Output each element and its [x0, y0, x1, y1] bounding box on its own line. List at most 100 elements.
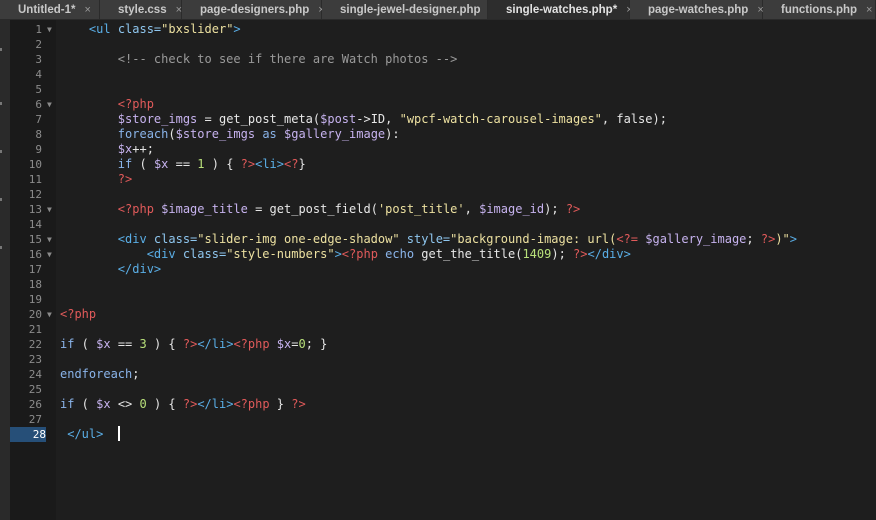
code-token: >: [233, 22, 241, 36]
code-token: $x: [153, 157, 169, 171]
code-line[interactable]: 10 if ( $x == 1 ) { ?><li><?}: [10, 157, 876, 172]
code-line[interactable]: 23: [10, 352, 876, 367]
code-token: $gallery_image: [645, 232, 747, 246]
code-line[interactable]: 18: [10, 277, 876, 292]
code-token: $x: [96, 337, 111, 351]
line-number: 5: [35, 83, 42, 96]
code-line[interactable]: 19: [10, 292, 876, 307]
code-line[interactable]: 1 ▼ <ul class="bxslider">: [10, 22, 876, 37]
code-token: <!-- check to see if there are Watch pho…: [117, 52, 458, 66]
code-line[interactable]: 8 foreach($store_imgs as $gallery_image)…: [10, 127, 876, 142]
tab-untitled-1[interactable]: Untitled-1* ×: [0, 0, 100, 19]
code-token: if: [60, 397, 75, 411]
code-text: if ( $x == 3 ) { ?></li><?php $x=0; }: [60, 337, 327, 352]
code-token: $x: [276, 337, 292, 351]
line-number: 7: [35, 113, 42, 126]
fold-arrow-icon[interactable]: ▼: [47, 247, 52, 262]
code-line[interactable]: 14: [10, 217, 876, 232]
line-number: 4: [35, 68, 42, 81]
line-number: 21: [28, 323, 42, 336]
left-panel-edge: [0, 20, 10, 520]
line-number: 28: [10, 427, 46, 442]
close-tab-icon[interactable]: ×: [85, 4, 91, 16]
code-token: endforeach: [60, 367, 133, 381]
code-token: 'post_title': [377, 202, 465, 216]
close-tab-icon[interactable]: ×: [866, 4, 872, 16]
code-token: foreach: [117, 127, 169, 141]
line-number: 8: [35, 128, 42, 141]
code-token: }: [298, 157, 306, 171]
line-number: 12: [28, 188, 42, 201]
code-token: )": [775, 232, 790, 246]
fold-arrow-icon[interactable]: ▼: [47, 202, 52, 217]
code-line[interactable]: 5: [10, 82, 876, 97]
code-line[interactable]: 21: [10, 322, 876, 337]
code-line[interactable]: 24 endforeach;: [10, 367, 876, 382]
tab-single-jewel-designer-php[interactable]: single-jewel-designer.php×: [322, 0, 496, 19]
code-line[interactable]: 25: [10, 382, 876, 397]
line-number: 27: [28, 413, 42, 426]
fold-arrow-icon[interactable]: ▼: [47, 232, 52, 247]
code-line[interactable]: 26 if ( $x <> 0 ) { ?></li><?php } ?>: [10, 397, 876, 412]
code-text: </div>: [60, 262, 161, 277]
code-line[interactable]: 16 ▼ <div class="style-numbers"><?php ech…: [10, 247, 876, 262]
code-line[interactable]: 13 ▼ <?php $image_title = get_post_field(…: [10, 202, 876, 217]
code-text: <!-- check to see if there are Watch pho…: [60, 52, 458, 67]
line-number: 16: [28, 248, 42, 261]
code-line[interactable]: 12: [10, 187, 876, 202]
code-token: $gallery_image: [284, 127, 386, 141]
fold-arrow-icon[interactable]: ▼: [47, 22, 52, 37]
tab-page-watches-php[interactable]: page-watches.php ×: [630, 0, 764, 19]
code-line[interactable]: 17 </div>: [10, 262, 876, 277]
tab-label: page-designers.php: [200, 3, 310, 16]
code-token: );: [544, 202, 566, 216]
code-token: as: [262, 127, 277, 141]
code-token: <?: [284, 157, 299, 171]
line-number: 11: [28, 173, 42, 186]
code-line[interactable]: 6 ▼ <?php: [10, 97, 876, 112]
code-line[interactable]: 20 ▼ <?php: [10, 307, 876, 322]
code-line[interactable]: 11 ?>: [10, 172, 876, 187]
code-line[interactable]: 7 $store_imgs = get_post_meta($post->ID,…: [10, 112, 876, 127]
fold-arrow-icon[interactable]: ▼: [47, 307, 52, 322]
line-number: 15: [28, 233, 42, 246]
code-line[interactable]: 2: [10, 37, 876, 52]
code-token: 0: [298, 337, 306, 351]
code-token: $image_id: [479, 202, 545, 216]
code-token: <>: [110, 397, 140, 411]
code-text: if ( $x <> 0 ) { ?></li><?php } ?>: [60, 397, 306, 412]
code-token: class=: [182, 247, 227, 261]
code-text: $store_imgs = get_post_meta($post->ID, "…: [60, 112, 667, 127]
code-token: ?>: [182, 397, 198, 411]
line-number: 3: [35, 53, 42, 66]
fold-arrow-icon[interactable]: ▼: [47, 97, 52, 112]
code-text: foreach($store_imgs as $gallery_image):: [60, 127, 400, 142]
code-token: get_post_field: [269, 202, 371, 216]
tab-single-watches-php[interactable]: single-watches.php*×: [488, 0, 633, 19]
code-line[interactable]: 28 </ul>: [10, 426, 876, 442]
code-line[interactable]: 3 <!-- check to see if there are Watch p…: [10, 52, 876, 67]
code-token: ?>: [291, 397, 306, 411]
code-token: ,: [464, 202, 480, 216]
code-editor[interactable]: 1 ▼ <ul class="bxslider"> 2 3 <!-- check to…: [10, 22, 876, 442]
code-line[interactable]: 15 ▼ <div class="slider-img one-edge-shad…: [10, 232, 876, 247]
tab-label: page-watches.php: [648, 3, 749, 16]
line-number: 6: [35, 98, 42, 111]
code-text: ?>: [60, 172, 132, 187]
tab-functions-php[interactable]: functions.php ×: [763, 0, 876, 19]
code-token: ) {: [204, 157, 241, 171]
tab-label: single-jewel-designer.php: [340, 3, 481, 16]
code-text: <div class="slider-img one-edge-shadow" …: [60, 232, 797, 247]
code-line[interactable]: 27: [10, 412, 876, 427]
code-token: ==: [168, 157, 198, 171]
code-text: endforeach;: [60, 367, 139, 382]
tab-page-designers-php[interactable]: page-designers.php×: [182, 0, 325, 19]
tab-style-css[interactable]: style.css ×: [100, 0, 182, 19]
code-token: "style-numbers": [226, 247, 335, 261]
code-line[interactable]: 4: [10, 67, 876, 82]
code-line[interactable]: 22 if ( $x == 3 ) { ?></li><?php $x=0; }: [10, 337, 876, 352]
code-token: =: [247, 202, 270, 216]
code-token: (: [370, 202, 378, 216]
code-line[interactable]: 9 $x++;: [10, 142, 876, 157]
